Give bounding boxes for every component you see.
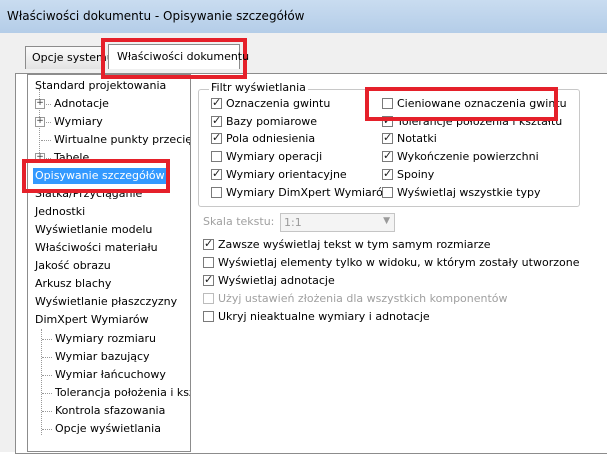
tree-item-size-dimension[interactable]: Wymiary rozmiaru (55, 331, 156, 347)
checkbox-label: Bazy pomiarowe (226, 115, 318, 128)
checkbox-box[interactable] (382, 187, 393, 198)
tree-item-virtual-sharps[interactable]: Wirtualne punkty przecięcia (54, 132, 190, 148)
expand-icon[interactable]: + (35, 117, 45, 127)
checkbox-box[interactable] (211, 151, 222, 162)
checkbox-label: Wykończenie powierzchni (397, 150, 539, 163)
checkbox-display-all-types[interactable]: Wyświetlaj wszystkie typy (382, 186, 540, 201)
checkbox-box[interactable] (203, 293, 214, 304)
tree-item-display-options[interactable]: Opcje wyświetlania (55, 421, 161, 437)
checkbox-label: Wymiary DimXpert Wymiarów (226, 186, 392, 199)
checkbox-box[interactable] (203, 273, 214, 286)
tree-item-image-quality[interactable]: Jakość obrazu (35, 258, 111, 274)
tree-item-chain-dimension[interactable]: Wymiar łańcuchowy (55, 367, 166, 383)
checkbox-label: Pola odniesienia (226, 132, 316, 145)
checkbox-display-in-created-view[interactable]: Wyświetlaj elementy tylko w widoku, w kt… (203, 256, 579, 271)
checkbox-box[interactable] (211, 167, 222, 180)
expand-icon[interactable]: + (35, 99, 45, 109)
checkbox-box[interactable] (211, 131, 222, 144)
tab-label: Właściwości dokumentu (117, 50, 250, 63)
tree-line (41, 140, 51, 141)
checkbox-box[interactable] (211, 96, 222, 109)
tree-item-sheet-metal[interactable]: Arkusz blachy (35, 276, 111, 292)
checkbox-box[interactable] (382, 149, 393, 162)
display-filter-legend: Filtr wyświetlania (209, 81, 308, 94)
checkbox-label: Wymiary operacji (226, 150, 323, 163)
checkbox-surface-finish[interactable]: Wykończenie powierzchni (382, 149, 539, 165)
window-titlebar: Właściwości dokumentu - Opisywanie szcze… (0, 0, 607, 34)
tree-item-units[interactable]: Jednostki (35, 204, 85, 220)
checkbox-welds[interactable]: Spoiny (382, 167, 435, 183)
tree-item-geometric-tolerance[interactable]: Tolerancja położenia i kształtu (55, 385, 190, 401)
checkbox-label: Użyj ustawień złożenia dla wszystkich ko… (218, 292, 508, 305)
text-scale-select[interactable]: 1:1 ▼ (280, 213, 395, 232)
checkbox-datum-targets[interactable]: Pola odniesienia (211, 131, 316, 147)
tree-line (42, 357, 52, 358)
checkbox-notes[interactable]: Notatki (382, 131, 437, 147)
tree-line (42, 339, 52, 340)
checkbox-use-assembly-setting[interactable]: Użyj ustawień złożenia dla wszystkich ko… (203, 292, 508, 307)
checkbox-box[interactable] (203, 257, 214, 268)
tree-item-chamfer-controls[interactable]: Kontrola sfazowania (55, 403, 165, 419)
checkbox-cosmetic-threads[interactable]: Oznaczenia gwintu (211, 96, 331, 112)
properties-tree[interactable]: + + + Standard projektowania Adnotacje W… (27, 74, 191, 452)
checkbox-label: Notatki (397, 132, 437, 145)
checkbox-label: Spoiny (397, 168, 435, 181)
checkbox-label: Ukryj nieaktualne wymiary i adnotacje (218, 310, 430, 323)
checkbox-label: Wymiary orientacyjne (226, 168, 347, 181)
checkbox-display-annotations[interactable]: Wyświetlaj adnotacje (203, 273, 335, 289)
tree-item-plane-display[interactable]: Wyświetlanie płaszczyzny (35, 294, 177, 310)
checkbox-hide-dangling[interactable]: Ukryj nieaktualne wymiary i adnotacje (203, 310, 430, 325)
tree-item-dimxpert[interactable]: DimXpert Wymiarów (35, 312, 149, 328)
text-scale-label: Skala tekstu: (203, 215, 275, 228)
checkbox-datums[interactable]: Bazy pomiarowe (211, 114, 318, 130)
checkbox-box[interactable] (203, 237, 214, 250)
tree-line (42, 411, 52, 412)
tree-item-dimensions[interactable]: Wymiary (54, 114, 103, 130)
checkbox-label: Wyświetlaj elementy tylko w widoku, w kt… (218, 256, 580, 269)
checkbox-feature-dimensions[interactable]: Wymiary operacji (211, 150, 322, 165)
checkbox-box[interactable] (211, 114, 222, 127)
tab-system-options[interactable]: Opcje systemu (25, 46, 114, 69)
checkbox-label: Wyświetlaj adnotacje (218, 274, 335, 287)
tree-line (42, 393, 52, 394)
tree-item-annotations[interactable]: Adnotacje (54, 96, 109, 112)
tree-line (42, 375, 52, 376)
checkbox-box[interactable] (203, 311, 214, 322)
text-scale-value: 1:1 (284, 216, 302, 229)
checkbox-same-size-text[interactable]: Zawsze wyświetlaj tekst w tym samym rozm… (203, 237, 491, 253)
checkbox-box[interactable] (382, 131, 393, 144)
tree-item-design-standard[interactable]: Standard projektowania (35, 78, 166, 94)
checkbox-dimxpert-dimensions[interactable]: Wymiary DimXpert Wymiarów (211, 186, 392, 201)
tree-line (42, 429, 52, 430)
highlight-box-detailing-item (22, 159, 170, 193)
tree-item-datum-dimension[interactable]: Wymiar bazujący (55, 349, 150, 365)
checkbox-box[interactable] (382, 167, 393, 180)
checkbox-box[interactable] (211, 187, 222, 198)
checkbox-reference-dimensions[interactable]: Wymiary orientacyjne (211, 167, 347, 183)
checkbox-label: Oznaczenia gwintu (226, 97, 331, 110)
tab-document-properties[interactable]: Właściwości dokumentu (108, 44, 249, 69)
window-title: Właściwości dokumentu - Opisywanie szcze… (7, 9, 305, 23)
checkbox-label: Wyświetlaj wszystkie typy (397, 186, 541, 199)
tree-item-material-properties[interactable]: Właściwości materiału (35, 240, 158, 256)
chevron-down-icon: ▼ (383, 216, 390, 226)
checkbox-label: Zawsze wyświetlaj tekst w tym samym rozm… (218, 238, 491, 251)
highlight-box-shaded-threads (365, 87, 558, 121)
tree-line (41, 329, 42, 435)
tree-item-model-display[interactable]: Wyświetlanie modelu (35, 222, 152, 238)
